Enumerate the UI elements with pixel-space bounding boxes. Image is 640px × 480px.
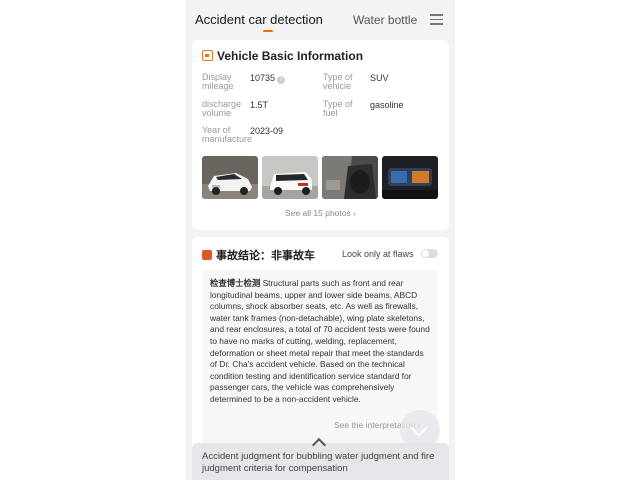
expert-name: 检查博士检测 — [210, 278, 261, 288]
fuel-type-value: gasoline — [370, 100, 404, 110]
car-photo-interior[interactable] — [322, 156, 378, 199]
flaws-only-toggle[interactable] — [421, 249, 438, 258]
car-photo-front[interactable] — [202, 156, 258, 199]
vehicle-type-label: Type of vehicle — [323, 72, 353, 91]
photo-strip — [202, 156, 439, 199]
top-tab-bar: Accident car detection Water bottle — [186, 0, 455, 38]
accident-icon — [202, 250, 212, 260]
tab-accident-car-detection[interactable]: Accident car detection — [195, 12, 323, 27]
car-photo-dashboard[interactable] — [382, 156, 438, 199]
vehicle-basic-info-card: Vehicle Basic Information Display mileag… — [192, 40, 449, 230]
mileage-label: Display mileage — [202, 72, 234, 91]
active-tab-indicator — [263, 30, 273, 32]
fuel-type-label: Type of fuel — [323, 99, 353, 118]
car-photo-rear[interactable] — [262, 156, 318, 199]
displacement-label: discharge volume — [202, 99, 242, 118]
info-icon[interactable]: ? — [277, 76, 286, 84]
mileage-value: 10735? — [250, 73, 286, 84]
vehicle-info-icon — [202, 50, 213, 61]
bottom-sheet[interactable]: Accident judgment for bubbling water jud… — [192, 437, 449, 480]
section-title: Vehicle Basic Information — [202, 49, 363, 63]
expert-conclusion-text: 检查博士检测 Structural parts such as front an… — [210, 278, 430, 404]
flaws-only-label: Look only at flaws — [342, 249, 414, 259]
tab-water-bottle[interactable]: Water bottle — [353, 13, 417, 27]
menu-icon[interactable] — [430, 14, 443, 25]
accident-conclusion-title: 事故结论：非事故车 — [202, 247, 315, 263]
manufacture-year-value: 2023-09 — [250, 126, 284, 136]
phone-screen: Accident car detection Water bottle Vehi… — [186, 0, 455, 480]
see-all-photos-link[interactable]: See all 15 photos › — [192, 208, 449, 218]
displacement-value: 1.5T — [250, 100, 269, 110]
vehicle-type-value: SUV — [370, 73, 389, 83]
bottom-sheet-text: Accident judgment for bubbling water jud… — [202, 451, 435, 474]
